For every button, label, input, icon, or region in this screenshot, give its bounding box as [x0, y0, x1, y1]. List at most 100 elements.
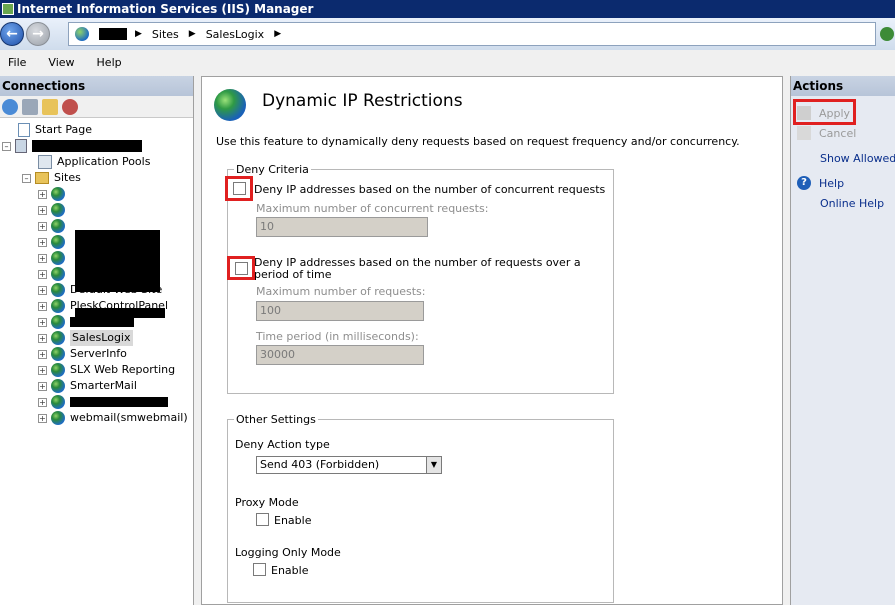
show-allowed-action[interactable]: Show Allowed A	[791, 150, 895, 166]
connections-toolbar	[0, 96, 193, 118]
deny-action-select[interactable]: Send 403 (Forbidden) ▼	[256, 456, 442, 474]
max-requests-label: Maximum number of requests:	[256, 285, 426, 298]
save-icon[interactable]	[22, 98, 38, 115]
site-globe-icon	[51, 219, 65, 233]
title-bar: Internet Information Services (IIS) Mana…	[0, 0, 895, 18]
server-icon	[15, 139, 27, 153]
deny-over-time-checkbox[interactable]	[235, 262, 248, 275]
tree-server-node[interactable]: –	[2, 138, 142, 154]
tree-site-pleskcontrolpanel[interactable]: + PleskControlPanel	[38, 298, 168, 314]
expand-icon[interactable]: +	[38, 365, 47, 375]
tree-site-redacted[interactable]: +	[38, 234, 70, 250]
tree-site-default-web-site[interactable]: + Default Web Site	[38, 282, 162, 298]
expand-icon[interactable]: +	[38, 285, 47, 295]
deny-concurrent-label: Deny IP addresses based on the number of…	[254, 183, 606, 196]
connections-tree: Start Page – Application Pools – Sites +…	[0, 118, 193, 425]
site-globe-icon	[51, 363, 65, 377]
breadcrumb-separator-icon[interactable]: ▶	[189, 29, 196, 39]
tree-site-serverinfo[interactable]: + ServerInfo	[38, 346, 127, 362]
help-action[interactable]: ? Help	[791, 175, 844, 191]
highlight-box	[793, 99, 856, 125]
deny-criteria-legend: Deny Criteria	[236, 163, 309, 176]
proxy-mode-enable-label: Enable	[274, 514, 312, 527]
max-concurrent-label: Maximum number of concurrent requests:	[256, 202, 489, 215]
tree-site-redacted[interactable]: +	[38, 394, 168, 410]
breadcrumb-separator-icon[interactable]: ▶	[135, 29, 142, 39]
sites-folder-icon	[35, 172, 49, 184]
menu-view[interactable]: View	[48, 56, 74, 69]
iis-app-icon	[2, 3, 14, 15]
time-period-input[interactable]: 30000	[256, 345, 424, 365]
site-globe-icon	[51, 267, 65, 281]
tree-site-redacted[interactable]: +	[38, 266, 70, 282]
site-globe-icon	[51, 331, 65, 345]
cancel-icon	[797, 126, 811, 140]
proxy-mode-label: Proxy Mode	[235, 496, 299, 509]
site-globe-icon	[51, 299, 65, 313]
proxy-mode-checkbox[interactable]	[256, 513, 269, 526]
page-title: Dynamic IP Restrictions	[262, 91, 463, 111]
page-description: Use this feature to dynamically deny req…	[216, 135, 740, 148]
redacted-server-label	[32, 140, 142, 152]
up-folder-icon[interactable]	[42, 98, 58, 115]
tree-site-redacted[interactable]: +	[38, 250, 70, 266]
navigation-bar: ← → ▶ Sites ▶ SalesLogix ▶	[0, 18, 895, 50]
site-globe-icon	[51, 379, 65, 393]
menu-file[interactable]: File	[8, 56, 26, 69]
site-globe-icon	[51, 347, 65, 361]
window-title: Internet Information Services (IIS) Mana…	[17, 2, 314, 16]
expand-icon[interactable]: +	[38, 349, 47, 359]
tree-site-redacted[interactable]: +	[38, 186, 70, 202]
disconnect-icon[interactable]	[62, 98, 78, 115]
chevron-down-icon[interactable]: ▼	[426, 457, 441, 473]
deny-concurrent-checkbox[interactable]	[233, 182, 246, 195]
tree-site-redacted[interactable]: +	[38, 218, 70, 234]
menu-help[interactable]: Help	[97, 56, 122, 69]
collapse-icon[interactable]: –	[22, 173, 31, 183]
forward-arrow-icon[interactable]: →	[26, 22, 50, 46]
connect-icon[interactable]	[2, 98, 18, 115]
actions-header: Actions	[791, 76, 895, 96]
help-icon: ?	[797, 176, 811, 190]
online-help-action[interactable]: Online Help	[791, 195, 884, 211]
logging-only-label: Logging Only Mode	[235, 546, 341, 559]
start-page-icon	[18, 123, 30, 137]
expand-icon[interactable]: +	[38, 301, 47, 311]
cancel-action[interactable]: Cancel	[791, 125, 856, 141]
site-globe-icon	[51, 235, 65, 249]
logging-only-checkbox[interactable]	[253, 563, 266, 576]
tree-site-saleslogix[interactable]: + SalesLogix	[38, 330, 133, 346]
connections-pane: Connections Start Page – Application Poo…	[0, 76, 194, 605]
expand-icon[interactable]: +	[38, 333, 47, 343]
collapse-icon[interactable]: –	[2, 141, 11, 151]
redacted-site-label	[70, 317, 134, 327]
site-globe-icon	[51, 283, 65, 297]
refresh-icon[interactable]	[880, 27, 894, 41]
dynamic-ip-globe-icon	[214, 89, 246, 121]
tree-application-pools[interactable]: Application Pools	[38, 154, 150, 170]
tree-site-redacted[interactable]: +	[38, 314, 134, 330]
actions-pane: Actions Apply Cancel Show Allowed A ? He…	[790, 76, 895, 605]
address-bar[interactable]: ▶ Sites ▶ SalesLogix ▶	[68, 22, 876, 46]
breadcrumb-sites[interactable]: Sites	[152, 28, 179, 41]
tree-site-webmail[interactable]: + webmail(smwebmail)	[38, 410, 188, 426]
tree-site-redacted[interactable]: +	[38, 202, 70, 218]
tree-site-slx-web-reporting[interactable]: + SLX Web Reporting	[38, 362, 175, 378]
breadcrumb-saleslogix[interactable]: SalesLogix	[206, 28, 265, 41]
site-globe-icon	[51, 411, 65, 425]
expand-icon[interactable]: +	[38, 413, 47, 423]
tree-sites[interactable]: – Sites	[22, 170, 81, 186]
max-concurrent-input[interactable]: 10	[256, 217, 428, 237]
globe-icon	[75, 27, 89, 41]
max-requests-input[interactable]: 100	[256, 301, 424, 321]
back-arrow-icon[interactable]: ←	[0, 22, 24, 46]
redacted-server-name	[99, 28, 127, 40]
site-globe-icon	[51, 187, 65, 201]
connections-header: Connections	[0, 76, 193, 96]
breadcrumb-separator-icon[interactable]: ▶	[274, 29, 281, 39]
expand-icon[interactable]: +	[38, 381, 47, 391]
menu-bar: File View Help	[0, 50, 895, 74]
tree-start-page[interactable]: Start Page	[18, 122, 92, 138]
site-globe-icon	[51, 395, 65, 409]
tree-site-smartermail[interactable]: + SmarterMail	[38, 378, 137, 394]
